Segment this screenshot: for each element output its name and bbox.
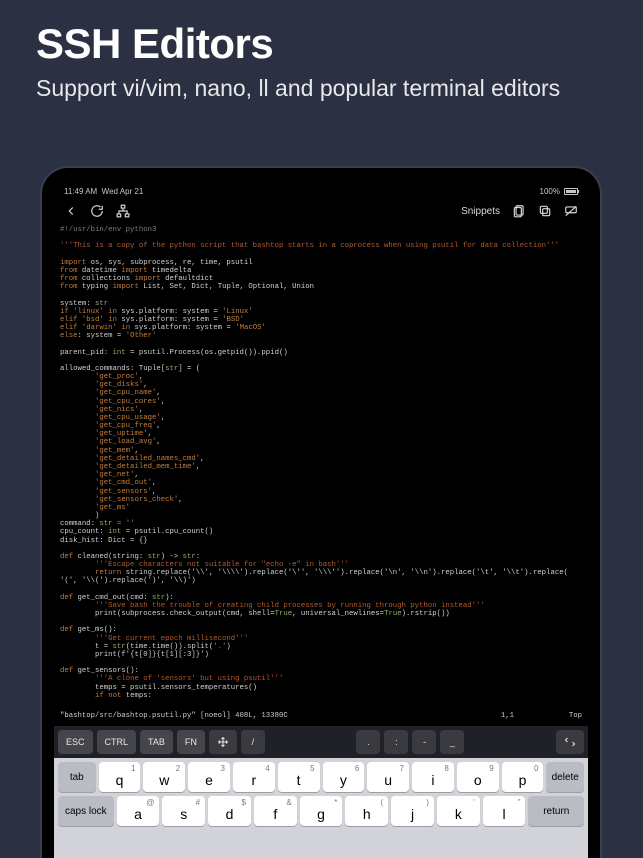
key-h[interactable]: (h [345, 796, 388, 826]
key-o[interactable]: 9o [457, 762, 499, 792]
fn-key[interactable]: FN [177, 730, 205, 754]
key-u[interactable]: 7u [367, 762, 409, 792]
key-p[interactable]: 0p [502, 762, 544, 792]
key-k[interactable]: 'k [437, 796, 480, 826]
sitemap-icon[interactable] [116, 204, 130, 218]
colon-key[interactable]: : [384, 730, 408, 754]
snippets-button[interactable]: Snippets [461, 206, 500, 217]
key-y[interactable]: 6y [323, 762, 365, 792]
key-j[interactable]: )j [391, 796, 434, 826]
battery-icon [564, 188, 578, 195]
status-battery-pct: 100% [540, 187, 560, 196]
expand-key[interactable] [556, 730, 584, 754]
key-r[interactable]: 4r [233, 762, 275, 792]
dash-key[interactable]: - [412, 730, 436, 754]
status-time: 11:49 AM Wed Apr 21 [64, 187, 143, 196]
terminal-editor[interactable]: #!/usr/bin/env python3 '''This is a copy… [54, 222, 588, 724]
key-q[interactable]: 1q [99, 762, 141, 792]
key-a[interactable]: @a [117, 796, 160, 826]
clipboard-icon[interactable] [512, 204, 526, 218]
key-w[interactable]: 2w [143, 762, 185, 792]
reload-icon[interactable] [90, 204, 104, 218]
extra-key-row: ESC CTRL TAB FN / . : - _ [54, 726, 588, 758]
status-bar: 11:49 AM Wed Apr 21 100% [54, 182, 588, 200]
dot-key[interactable]: . [356, 730, 380, 754]
promo-title: SSH Editors [36, 20, 607, 68]
tab-extra-key[interactable]: TAB [140, 730, 173, 754]
keyboard-hide-icon[interactable] [564, 204, 578, 218]
underscore-key[interactable]: _ [440, 730, 464, 754]
ctrl-key[interactable]: CTRL [97, 730, 137, 754]
tablet-device-frame: 11:49 AM Wed Apr 21 100% Snippets [42, 168, 600, 858]
capslock-key[interactable]: caps lock [58, 796, 114, 826]
app-toolbar: Snippets [54, 200, 588, 222]
vim-file-status: "bashtop/src/bashtop.psutil.py" [noeol] … [60, 712, 288, 720]
key-t[interactable]: 5t [278, 762, 320, 792]
key-s[interactable]: #s [162, 796, 205, 826]
vim-cursor-pos: 1,1 [501, 712, 514, 720]
back-icon[interactable] [64, 204, 78, 218]
arrows-key[interactable] [209, 730, 237, 754]
key-l[interactable]: "l [483, 796, 526, 826]
vim-scroll-pos: Top [569, 712, 582, 720]
key-g[interactable]: *g [300, 796, 343, 826]
return-key[interactable]: return [528, 796, 584, 826]
delete-key[interactable]: delete [546, 762, 584, 792]
promo-subtitle: Support vi/vim, nano, ll and popular ter… [36, 74, 607, 103]
key-f[interactable]: &f [254, 796, 297, 826]
esc-key[interactable]: ESC [58, 730, 93, 754]
vim-status-line: "bashtop/src/bashtop.psutil.py" [noeol] … [60, 710, 582, 722]
key-d[interactable]: $d [208, 796, 251, 826]
slash-key[interactable]: / [241, 730, 265, 754]
system-keyboard: tab 1q 2w 3e 4r 5t 6y 7u 8i 9o 0p delete… [54, 758, 588, 858]
promo-panel: SSH Editors Support vi/vim, nano, ll and… [0, 0, 643, 115]
tab-key[interactable]: tab [58, 762, 96, 792]
key-e[interactable]: 3e [188, 762, 230, 792]
key-i[interactable]: 8i [412, 762, 454, 792]
copy-icon[interactable] [538, 204, 552, 218]
